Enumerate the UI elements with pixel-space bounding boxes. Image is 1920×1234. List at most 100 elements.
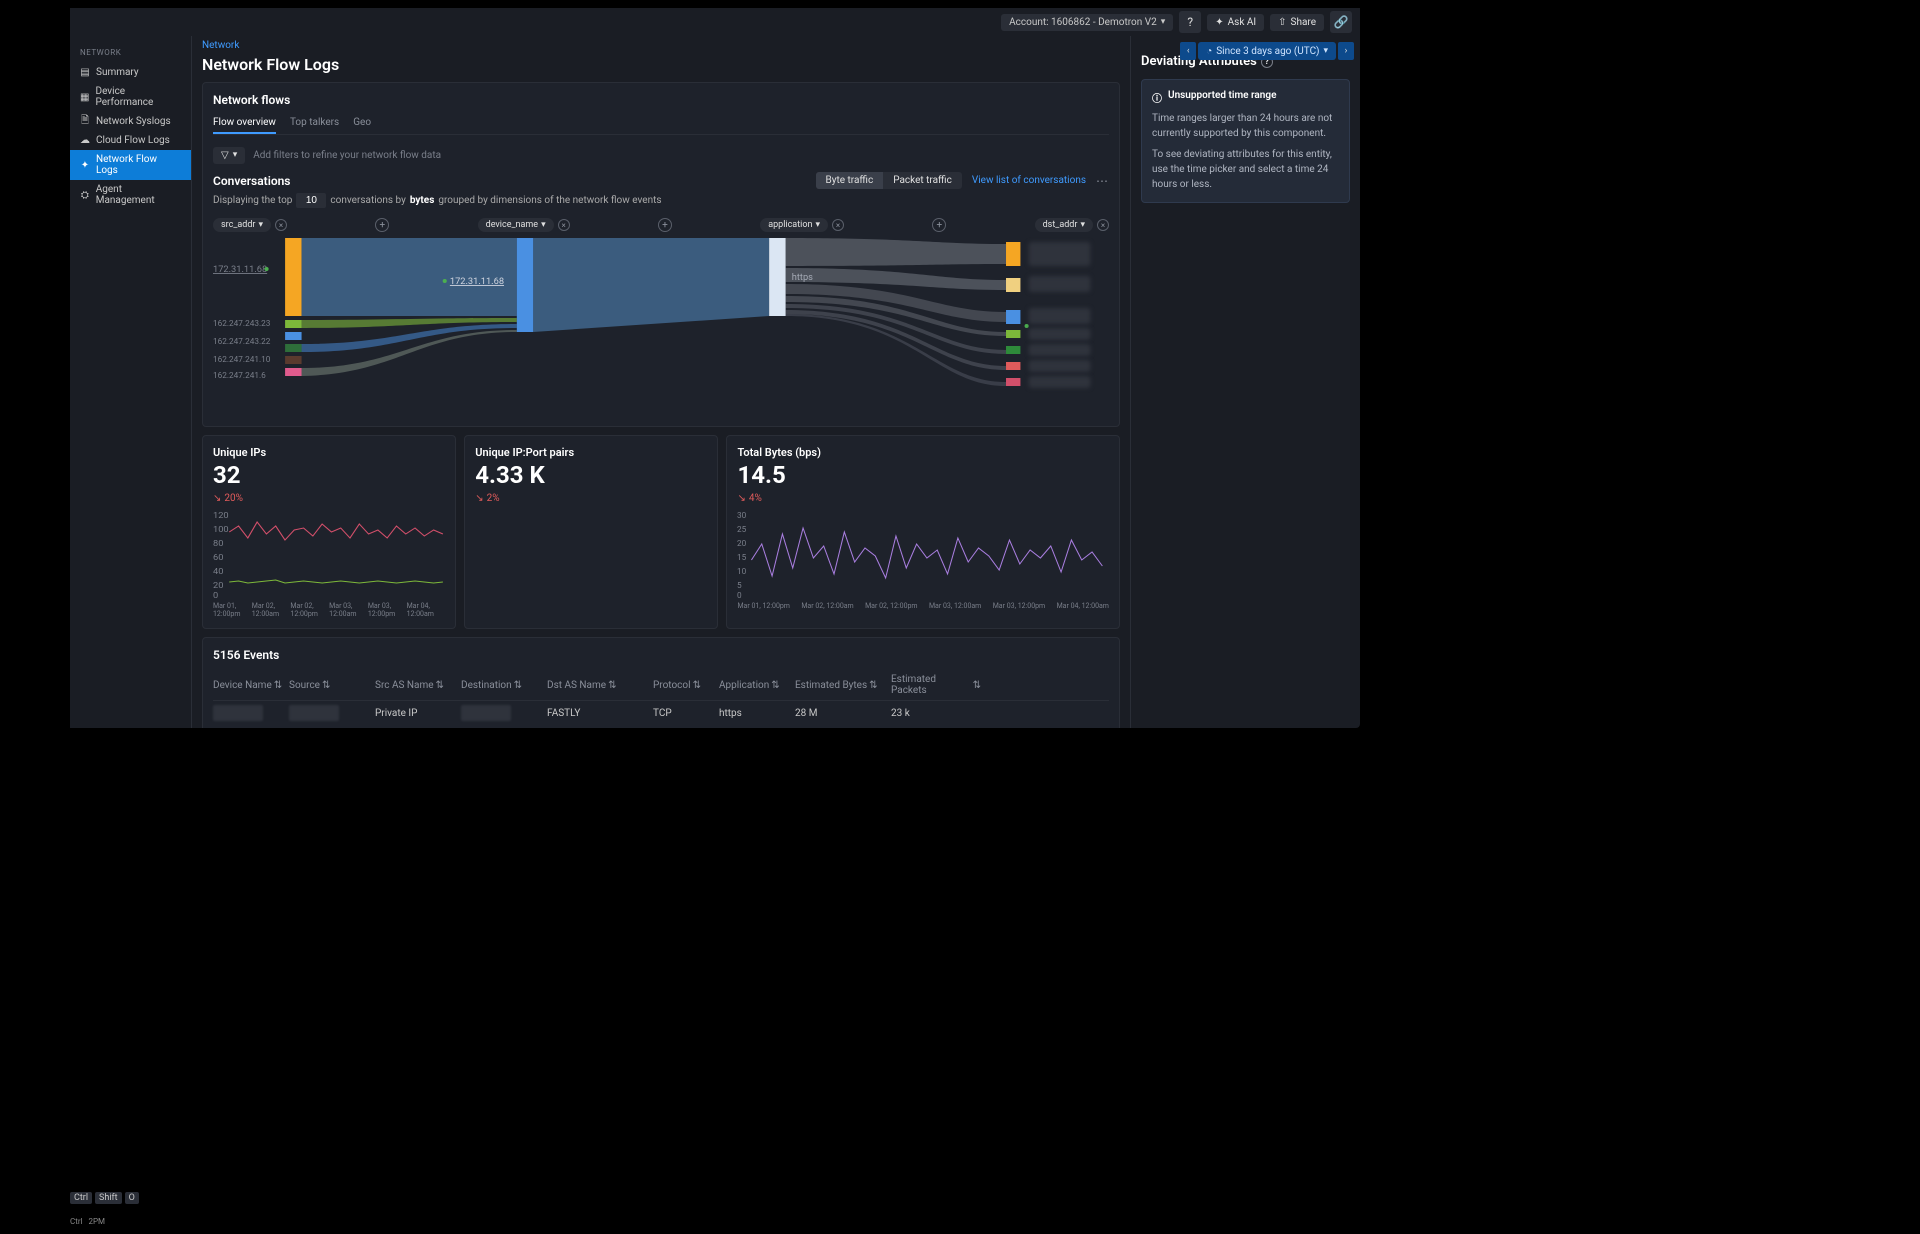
sankey-node-label: 162.247.241.6 [213,370,266,380]
th-destination[interactable]: Destination⇅ [461,680,541,691]
sankey-chart: 172.31.11.68 162.247.243.23 162.247.243.… [213,236,1109,416]
dim-src-addr[interactable]: src_addr▾ [213,218,271,232]
clock-icon: ◔ [1206,46,1212,57]
th-dst-as[interactable]: Dst AS Name⇅ [547,680,647,691]
sankey-node-label: 162.247.243.23 [213,318,271,328]
key: Ctrl [70,1192,92,1204]
sidebar-item-cloud-flow-logs[interactable]: ☁ Cloud Flow Logs [70,131,191,150]
tab-top-talkers[interactable]: Top talkers [290,113,339,134]
add-dim-button[interactable]: + [658,218,672,232]
display-suffix: grouped by dimensions of the network flo… [438,195,661,206]
time-range-picker[interactable]: ◔ Since 3 days ago (UTC) ▾ [1198,42,1336,60]
x-tick: Mar 04, 12:00am [1057,602,1109,610]
alert-box: ⓘ Unsupported time range Time ranges lar… [1141,79,1350,203]
svg-text:100: 100 [213,526,229,535]
th-protocol[interactable]: Protocol⇅ [653,680,713,691]
th-application[interactable]: Application⇅ [719,680,789,691]
remove-dim-button[interactable]: × [558,219,570,231]
filter-bar: ▽ ▾ Add filters to refine your network f… [213,143,1109,172]
sort-icon: ⇅ [608,680,616,691]
time-range-label: Since 3 days ago (UTC) [1216,46,1319,57]
svg-text:20: 20 [213,582,224,591]
sidebar-item-network-syslogs[interactable]: 🗎 Network Syslogs [70,112,191,131]
help-button[interactable]: ? [1179,11,1201,33]
remove-dim-button[interactable]: × [1097,219,1109,231]
ask-ai-button[interactable]: ✦ Ask AI [1207,14,1264,31]
sidebar-item-label: Device Performance [96,86,182,108]
redacted-cell [461,705,511,721]
cell-packets: 23 k [891,708,981,719]
sidebar-item-label: Cloud Flow Logs [96,135,170,146]
funnel-icon: ▽ [221,150,229,161]
dim-device-name[interactable]: device_name▾ [478,218,554,232]
sidebar-item-network-flow-logs[interactable]: ✦ Network Flow Logs [70,150,191,180]
add-dim-button[interactable]: + [375,218,389,232]
sort-icon: ⇅ [514,680,522,691]
cell-app: https [719,708,789,719]
sidebar-item-agent-management[interactable]: ⛭ Agent Management [70,180,191,210]
time-prev-button[interactable]: ‹ [1180,42,1196,60]
remove-dim-button[interactable]: × [832,219,844,231]
command-hint: Ctrl 2PM [70,1217,105,1226]
chart-bar-icon: ▤ [80,68,90,78]
breadcrumb[interactable]: Network [202,36,1120,55]
link-button[interactable]: 🔗 [1330,11,1352,33]
packet-traffic-toggle[interactable]: Packet traffic [883,172,962,189]
x-tick: Mar 01, 12:00pm [737,602,790,610]
dim-dst-addr[interactable]: dst_addr▾ [1035,218,1093,232]
remove-dim-button[interactable]: × [275,219,287,231]
top-n-input[interactable] [296,193,326,208]
byte-traffic-toggle[interactable]: Byte traffic [816,172,884,189]
th-src-as[interactable]: Src AS Name⇅ [375,680,455,691]
th-est-bytes[interactable]: Estimated Bytes⇅ [795,680,885,691]
filter-button[interactable]: ▽ ▾ [213,147,245,164]
sidebar-item-label: Network Syslogs [96,116,171,127]
sidebar-section-header: NETWORK [70,46,191,63]
sort-icon: ⇅ [436,680,444,691]
x-tick: Mar 02, 12:00pm [290,602,329,618]
time-next-button[interactable]: › [1338,42,1354,60]
display-row: Displaying the top conversations by byte… [213,193,1109,208]
app-window: Account: 1606862 - Demotron V2 ▾ ? ✦ Ask… [70,8,1360,728]
sort-icon: ⇅ [771,680,779,691]
svg-text:25: 25 [737,524,747,534]
x-tick: Mar 03, 12:00pm [368,602,407,618]
table-row[interactable]: Private IP FASTLY TCP https 28 M 23 k [213,701,1109,725]
topbar: Account: 1606862 - Demotron V2 ▾ ? ✦ Ask… [70,8,1360,36]
view-list-link[interactable]: View list of conversations [972,175,1086,186]
chevron-down-icon: ▾ [815,220,820,230]
left-sidebar: NETWORK ▤ Summary ▦ Device Performance 🗎… [70,36,192,728]
svg-text:80: 80 [213,540,224,549]
arrow-down-icon: ↘ [737,493,745,504]
sparkle-icon: ✦ [1215,17,1223,28]
tab-flow-overview[interactable]: Flow overview [213,113,276,134]
info-icon: ⓘ [1152,90,1162,105]
sidebar-item-summary[interactable]: ▤ Summary [70,63,191,82]
flow-icon: ✦ [80,160,90,170]
sidebar-item-label: Network Flow Logs [96,154,181,176]
cell-src-as: Private IP [375,708,455,719]
display-mid: conversations by [330,195,405,206]
x-tick: Mar 01, 12:00pm [213,602,252,618]
table-row[interactable]: Private IP NEWRELIC-AS-1 TCP https 5.29 … [213,725,1109,728]
kpi-value: 14.5 [737,461,1109,489]
tab-geo[interactable]: Geo [353,113,371,134]
dim-application[interactable]: application▾ [760,218,828,232]
share-button[interactable]: ⇧ Share [1270,14,1324,31]
add-dim-button[interactable]: + [932,218,946,232]
svg-text:0: 0 [737,590,742,600]
th-source[interactable]: Source⇅ [289,680,369,691]
sankey-node-label: 162.247.241.10 [213,354,271,364]
redacted-cell [213,705,263,721]
account-selector[interactable]: Account: 1606862 - Demotron V2 ▾ [1001,14,1173,31]
sparkline-chart: 120 100 80 60 40 20 0 [213,510,445,600]
th-est-packets[interactable]: Estimated Packets⇅ [891,674,981,696]
more-menu-button[interactable]: ⋯ [1096,174,1109,188]
sparkline-chart: 30 25 20 15 10 5 0 [737,510,1109,600]
conversations-header: Conversations Byte traffic Packet traffi… [213,172,1109,189]
sidebar-item-device-performance[interactable]: ▦ Device Performance [70,82,191,112]
th-device-name[interactable]: Device Name⇅ [213,680,283,691]
alert-heading: ⓘ Unsupported time range [1152,90,1339,105]
arrow-down-icon: ↘ [213,493,221,504]
kpi-unique-ips: Unique IPs 32 ↘20% 120 100 80 60 40 20 [202,435,456,629]
